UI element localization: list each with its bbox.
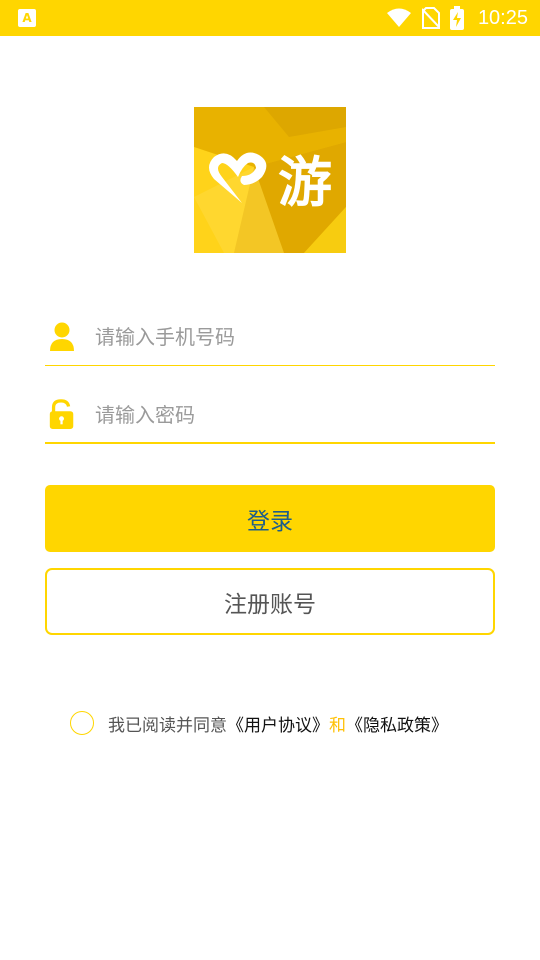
agreement-checkbox[interactable]	[70, 711, 94, 735]
phone-field[interactable]	[45, 316, 495, 366]
password-field[interactable]	[45, 394, 495, 444]
clock: 10:25	[477, 6, 528, 29]
wifi-icon	[386, 8, 411, 27]
phone-input[interactable]	[95, 318, 485, 356]
user-icon	[50, 322, 74, 351]
status-bar: A 10:25	[0, 0, 540, 36]
privacy-policy-link[interactable]: 《隐私政策》	[346, 711, 448, 736]
agreement-row: 我已阅读并同意 《用户协议》 和 《隐私政策》	[70, 709, 448, 737]
logo-text: 游	[278, 151, 332, 214]
app-notification-icon: A	[18, 9, 36, 27]
battery-charging-icon	[449, 6, 464, 30]
unlock-icon	[49, 399, 74, 429]
status-icons: 10:25	[386, 0, 528, 36]
register-button[interactable]: 注册账号	[45, 568, 495, 635]
agreement-prefix: 我已阅读并同意	[108, 715, 227, 736]
app-logo: 游	[194, 107, 346, 253]
no-sim-icon	[421, 7, 440, 29]
user-agreement-link[interactable]: 《用户协议》	[227, 711, 329, 736]
agreement-conjunction: 和	[329, 715, 346, 736]
password-input[interactable]	[95, 396, 485, 434]
login-button[interactable]: 登录	[45, 485, 495, 552]
